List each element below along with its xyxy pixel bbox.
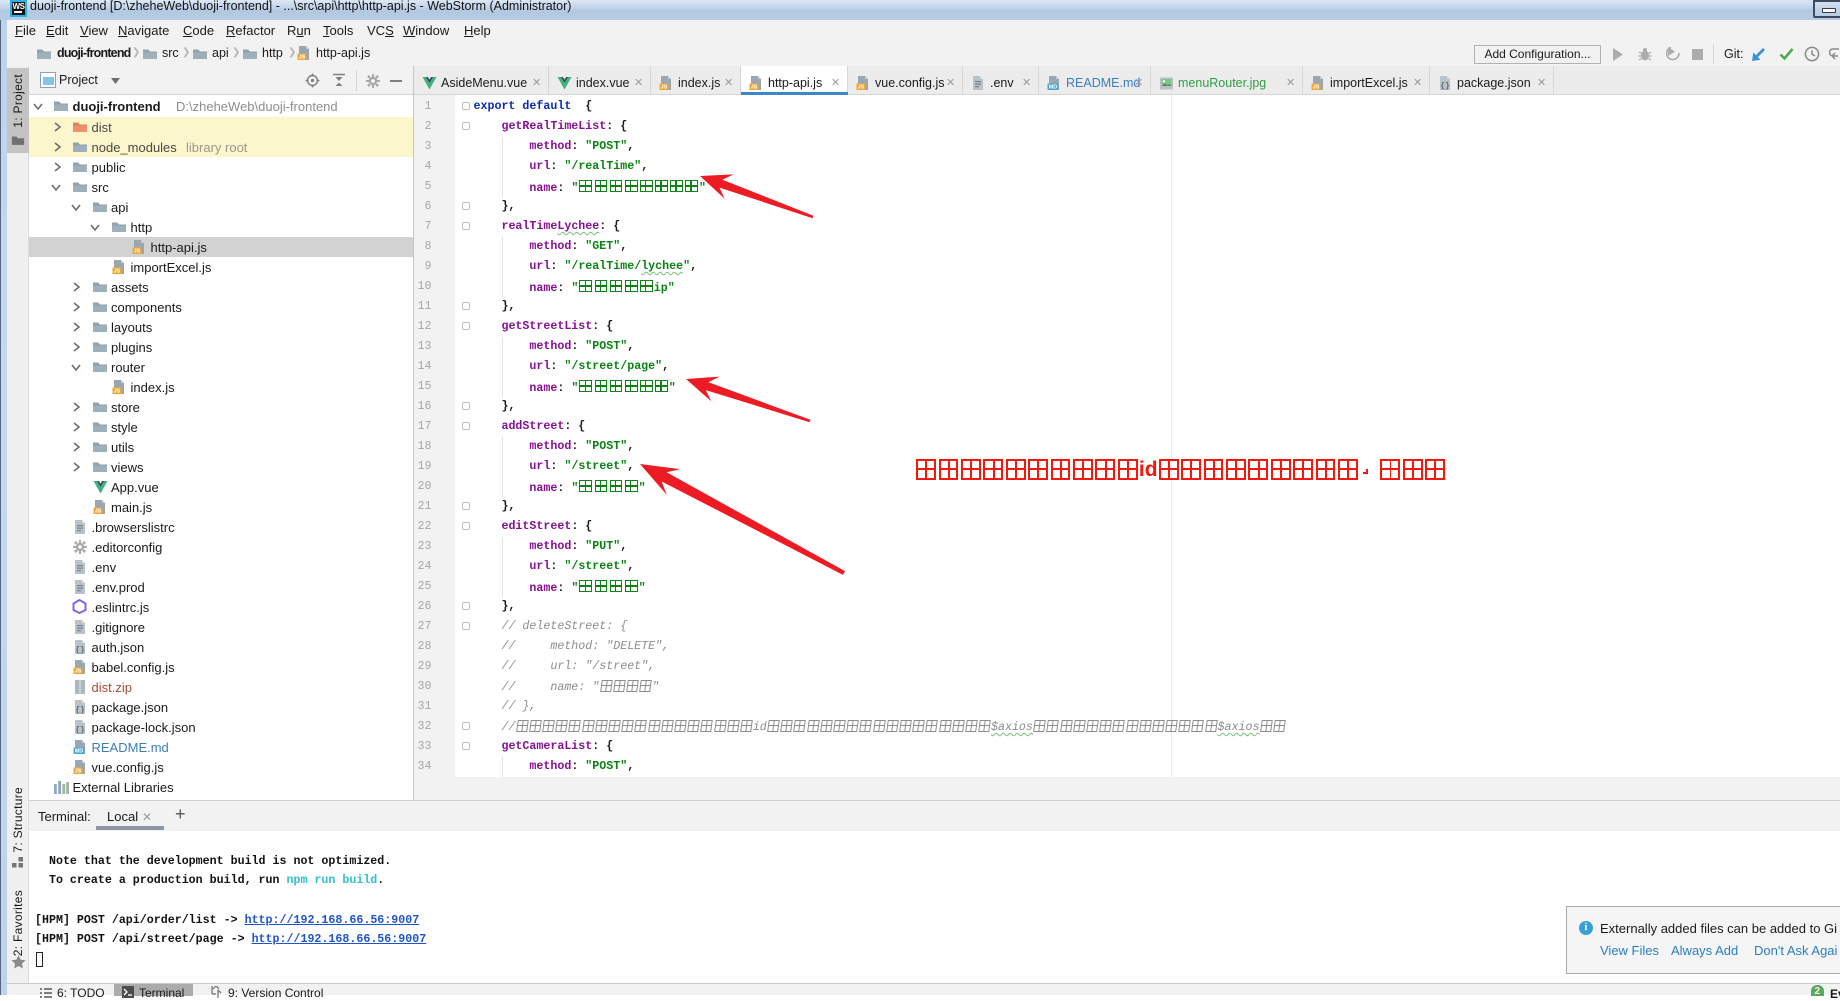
svg-text:JS: JS	[1313, 85, 1320, 91]
svg-text:JS: JS	[75, 769, 82, 775]
svg-text:{}: {}	[75, 726, 85, 735]
svg-text:JS: JS	[661, 85, 668, 91]
svg-text:JS: JS	[751, 85, 758, 91]
svg-text:JS: JS	[858, 85, 865, 91]
svg-text:JS: JS	[94, 509, 101, 515]
svg-text:JS: JS	[133, 249, 140, 255]
svg-text:{}: {}	[1440, 82, 1450, 91]
svg-text:JS: JS	[75, 669, 82, 675]
svg-text:MD: MD	[75, 749, 84, 755]
svg-text:JS: JS	[114, 389, 121, 395]
svg-text:JS: JS	[299, 55, 306, 61]
svg-text:{}: {}	[75, 706, 85, 715]
svg-text:MD: MD	[1049, 85, 1058, 91]
svg-text:{}: {}	[75, 646, 85, 655]
svg-text:JS: JS	[114, 269, 121, 275]
